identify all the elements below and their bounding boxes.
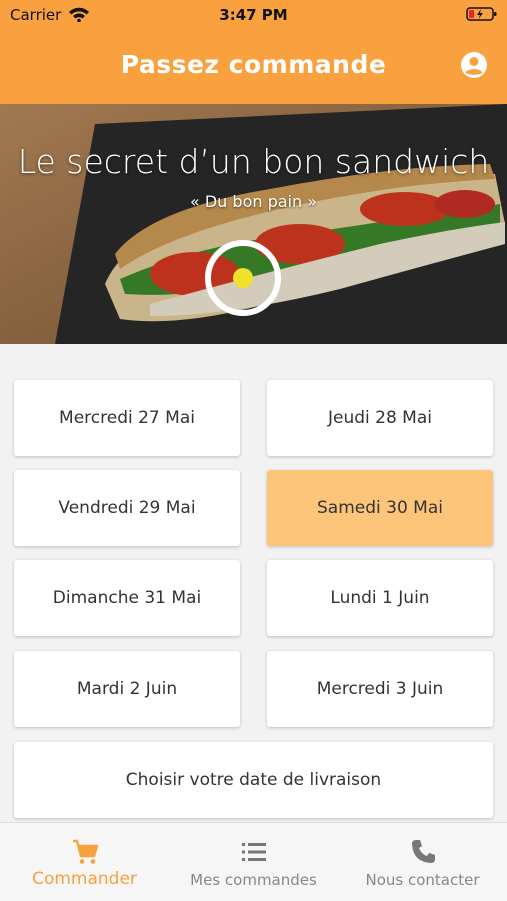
date-button[interactable]: Vendredi 29 Mai [14, 470, 240, 546]
nav-nous-contacter-label: Nous contacter [365, 871, 480, 889]
date-button-label: Mercredi 27 Mai [59, 408, 195, 428]
battery-charging-icon [466, 7, 497, 21]
date-button-label: Dimanche 31 Mai [52, 588, 202, 608]
cart-icon [72, 839, 98, 864]
date-button[interactable]: Lundi 1 Juin [267, 560, 493, 636]
date-button[interactable]: Jeudi 28 Mai [267, 380, 493, 456]
hero-banner: Le secret d’un bon sandwich « Du bon pai… [0, 104, 507, 344]
touch-indicator-dot [233, 268, 253, 288]
status-bar: Carrier 3:47 PM [0, 0, 507, 30]
nav-commander[interactable]: Commander [0, 823, 169, 901]
date-button-label: Jeudi 28 Mai [327, 408, 432, 428]
page-title: Passez commande [120, 50, 387, 79]
nav-nous-contacter[interactable]: Nous contacter [338, 823, 507, 901]
date-selection: Mercredi 27 Mai Jeudi 28 Mai Vendredi 29… [0, 344, 507, 822]
choose-delivery-date-button[interactable]: Choisir votre date de livraison [14, 742, 493, 818]
hero-tagline: « Du bon pain » [189, 192, 317, 211]
date-button-label: Vendredi 29 Mai [58, 498, 196, 518]
hero-headline: Le secret d’un bon sandwich [17, 142, 490, 181]
bottom-navigation: Commander Mes commandes Nous contacter [0, 822, 507, 901]
touch-indicator [205, 240, 281, 316]
app-bar: Passez commande [0, 30, 507, 104]
nav-commander-label: Commander [32, 869, 137, 889]
nav-mes-commandes-label: Mes commandes [190, 871, 317, 889]
date-button[interactable]: Mercredi 3 Juin [267, 651, 493, 727]
account-circle-icon[interactable] [459, 50, 489, 80]
phone-icon [411, 840, 435, 863]
status-time: 3:47 PM [219, 6, 288, 24]
list-icon [241, 843, 266, 861]
date-button-label: Mardi 2 Juin [76, 679, 178, 699]
date-button-label: Mercredi 3 Juin [316, 679, 444, 699]
date-button-label: Samedi 30 Mai [317, 498, 443, 518]
choose-delivery-date-label: Choisir votre date de livraison [125, 770, 382, 790]
date-button[interactable]: Mercredi 27 Mai [14, 380, 240, 456]
date-button-label: Lundi 1 Juin [330, 588, 430, 608]
date-button[interactable]: Mardi 2 Juin [14, 651, 240, 727]
date-button-selected[interactable]: Samedi 30 Mai [267, 470, 493, 546]
date-button[interactable]: Dimanche 31 Mai [14, 560, 240, 636]
nav-mes-commandes[interactable]: Mes commandes [169, 823, 338, 901]
